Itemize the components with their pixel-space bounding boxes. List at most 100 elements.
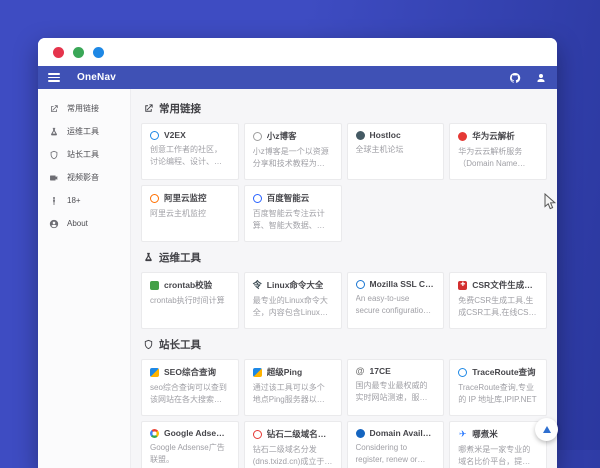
link-card[interactable]: ✚CSR文件生成工具免费CSR生成工具,生成CSR工具,在线CSR生产工具,生成…: [449, 272, 547, 329]
site-icon: [150, 368, 159, 377]
card-title: 华为云解析: [472, 130, 515, 142]
card-head: 钻石二级域名分发: [253, 428, 333, 440]
video-icon: [49, 173, 59, 183]
menu-icon[interactable]: [48, 73, 60, 82]
window-button-close[interactable]: [53, 47, 64, 58]
site-icon: [458, 368, 467, 377]
site-icon: [356, 131, 365, 140]
site-icon: [150, 281, 159, 290]
card-title: 钻石二级域名分发: [267, 428, 333, 440]
card-description: Google Adsense广告联盟。: [150, 442, 230, 467]
card-description: 最专业的Linux命令大全，内容包含Linux命令手册、Linux命令详解、..: [253, 295, 333, 320]
link-card[interactable]: ✈ 哪煮米哪煮米是一家专业的域名比价平台，提供超过1500种域名后缀，超过50..: [449, 421, 547, 468]
sidebar-item-adult[interactable]: 18+: [38, 189, 130, 212]
link-card[interactable]: Mozilla SSL Configuration Gen..An easy-t…: [347, 272, 445, 329]
sidebar-item-label: 18+: [67, 196, 81, 205]
external-link-icon: [143, 103, 154, 114]
link-card[interactable]: Hostloc全球主机论坛: [347, 123, 445, 180]
link-card[interactable]: 华为云解析华为云云解析服务（Domain Name Service）提供高可用、…: [449, 123, 547, 180]
link-card[interactable]: V2EX创意工作者的社区，讨论编程、设计、硬件、游戏等令人激动的话题。: [141, 123, 239, 180]
flask-icon: [49, 127, 59, 137]
link-card[interactable]: TraceRoute查询TraceRoute查询,专业的 IP 地址库,IPIP…: [449, 359, 547, 416]
card-title: Hostloc: [370, 130, 401, 140]
app-bar: OneNav: [38, 66, 557, 89]
site-icon: [458, 132, 467, 141]
link-card[interactable]: 阿里云监控阿里云主机监控: [141, 185, 239, 242]
card-description: seo综合查询可以查到该网站在各大搜索引擎的信息，包括收录，反链..: [150, 382, 230, 407]
github-icon[interactable]: [508, 71, 521, 84]
card-head: V2EX: [150, 130, 230, 140]
section-title: 运维工具: [159, 250, 201, 265]
card-title: Linux命令大全: [267, 279, 324, 291]
app-title: OneNav: [77, 72, 116, 83]
section-title: 站长工具: [159, 337, 201, 352]
card-description: 哪煮米是一家专业的域名比价平台，提供超过1500种域名后缀，超过50..: [458, 444, 538, 468]
card-head: SEO综合查询: [150, 366, 230, 378]
browser-window: OneNav 常用链接运维工具站长工具视频影音18+About 常用链接V2EX…: [38, 38, 557, 468]
sidebar-item-ops-tools[interactable]: 运维工具: [38, 120, 130, 143]
card-head: Domain Availability and Price: [356, 428, 436, 438]
card-title: V2EX: [164, 130, 186, 140]
link-card[interactable]: Domain Availability and PriceConsidering…: [347, 421, 445, 468]
card-head: 令 Linux命令大全: [253, 279, 333, 291]
link-card[interactable]: crontab校验crontab执行时间计算: [141, 272, 239, 329]
link-card[interactable]: 百度智能云百度智能云专注云计算、智能大数据、人工智能服务，提供稳定的云..: [244, 185, 342, 242]
up-arrow-icon: [543, 426, 551, 433]
window-body: 常用链接运维工具站长工具视频影音18+About 常用链接V2EX创意工作者的社…: [38, 89, 557, 468]
card-head: ✈ 哪煮米: [458, 428, 538, 440]
person-icon: [49, 196, 59, 206]
link-card[interactable]: @17CE 国内最专业最权威的实时网站测速，服务器监控、网络监控、IDC质量评..: [347, 359, 445, 416]
site-icon: [253, 194, 262, 203]
section-header-common-links: 常用链接: [143, 101, 547, 116]
site-icon: [356, 280, 365, 289]
sidebar-item-webmaster-tools[interactable]: 站长工具: [38, 143, 130, 166]
card-head: 小z博客: [253, 130, 333, 142]
card-description: 国内最专业最权威的实时网站测速，服务器监控、网络监控、IDC质量评..: [356, 380, 436, 405]
card-description: 阿里云主机监控: [150, 208, 230, 220]
card-head: Hostloc: [356, 130, 436, 140]
link-card[interactable]: 小z博客小z博客是一个以资源分享和技术教程为主的个人博客,站内提供各种优..: [244, 123, 342, 180]
card-title: Domain Availability and Price: [370, 428, 436, 438]
site-icon: [253, 132, 262, 141]
card-head: Google Adsense: [150, 428, 230, 438]
card-description: 百度智能云专注云计算、智能大数据、人工智能服务，提供稳定的云..: [253, 208, 333, 233]
card-head: crontab校验: [150, 279, 230, 291]
scroll-top-button[interactable]: [535, 418, 558, 441]
window-button-maximize[interactable]: [93, 47, 104, 58]
card-title: 哪煮米: [472, 428, 498, 440]
main-content: 常用链接V2EX创意工作者的社区，讨论编程、设计、硬件、游戏等令人激动的话题。小…: [131, 89, 557, 468]
card-title: Mozilla SSL Configuration Gen..: [370, 279, 436, 289]
site-icon: [150, 429, 159, 438]
card-description: 钻石二级域名分发(dns.txizd.cn)成立于2019-3-2,是一家专门提…: [253, 444, 333, 468]
site-icon: @: [356, 367, 365, 376]
card-head: 华为云解析: [458, 130, 538, 142]
user-account-icon[interactable]: [534, 71, 547, 84]
card-description: TraceRoute查询,专业的 IP 地址库,IPIP.NET: [458, 382, 538, 407]
site-icon: ✈: [458, 430, 467, 439]
card-grid: crontab校验crontab执行时间计算 令 Linux命令大全最专业的Linu…: [141, 272, 547, 329]
link-card[interactable]: 钻石二级域名分发钻石二级域名分发(dns.txizd.cn)成立于2019-3-…: [244, 421, 342, 468]
sidebar-item-video[interactable]: 视频影音: [38, 166, 130, 189]
card-head: 超级Ping: [253, 366, 333, 378]
card-description: 小z博客是一个以资源分享和技术教程为主的个人博客,站内提供各种优..: [253, 146, 333, 171]
link-card[interactable]: 超级Ping通过该工具可以多个地点Ping服务器以检测服务器响应速度。: [244, 359, 342, 416]
link-card[interactable]: Google Adsense Google Adsense广告联盟。: [141, 421, 239, 468]
link-card[interactable]: SEO综合查询 seo综合查询可以查到该网站在各大搜索引擎的信息，包括收录，反链.…: [141, 359, 239, 416]
card-head: ✚CSR文件生成工具: [458, 279, 538, 291]
sidebar-item-common-links[interactable]: 常用链接: [38, 97, 130, 120]
card-title: 小z博客: [267, 130, 297, 142]
card-title: 17CE: [370, 366, 391, 376]
link-card[interactable]: 令 Linux命令大全最专业的Linux命令大全，内容包含Linux命令手册、Li…: [244, 272, 342, 329]
external-link-icon: [49, 104, 59, 114]
window-button-minimize[interactable]: [73, 47, 84, 58]
card-description: 免费CSR生成工具,生成CSR工具,在线CSR生产工具,生成ECC CSR工具,…: [458, 295, 538, 320]
sidebar-item-about[interactable]: About: [38, 212, 130, 235]
window-titlebar: [38, 38, 557, 66]
site-icon: [253, 368, 262, 377]
site-icon: 令: [253, 281, 262, 290]
site-icon: ✚: [458, 281, 467, 290]
sidebar-item-label: About: [67, 219, 88, 228]
flask-icon: [143, 252, 154, 263]
site-icon: [150, 194, 159, 203]
shield-icon: [49, 150, 59, 160]
